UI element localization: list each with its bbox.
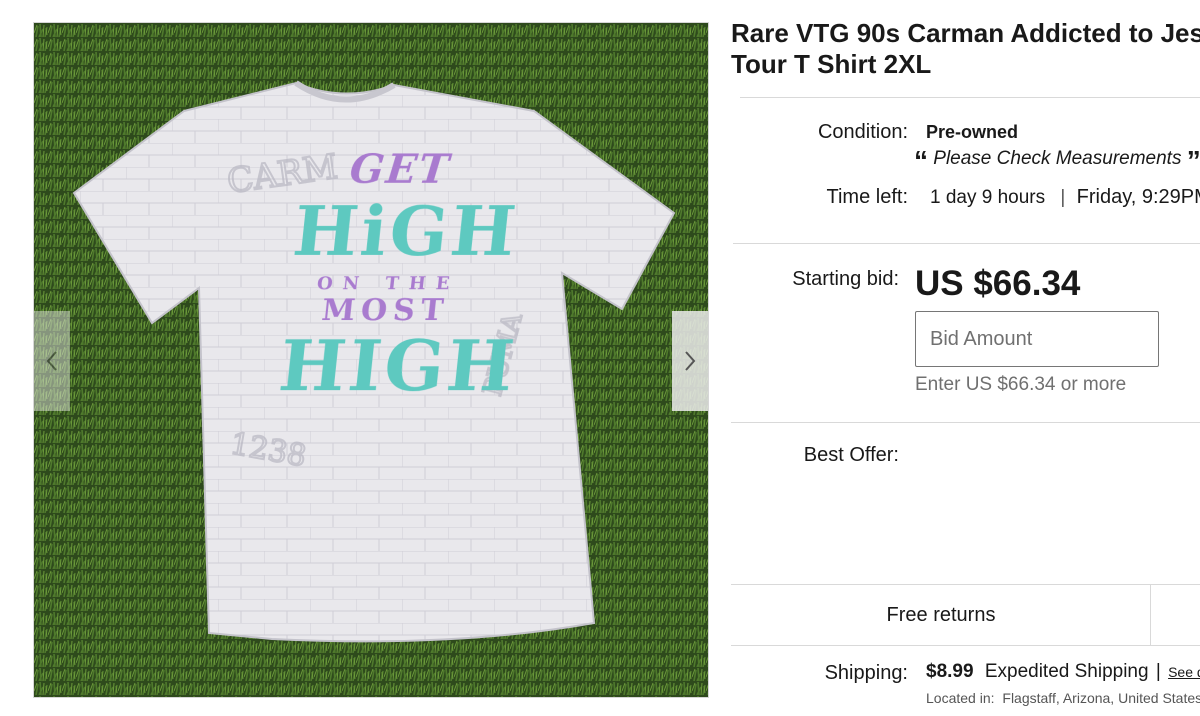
listing-title: Rare VTG 90s Carman Addicted to Jesus To… — [731, 18, 1200, 80]
item-location: Located in: Flagstaff, Arizona, United S… — [926, 690, 1200, 706]
listing-title-line-2: Tour T Shirt 2XL — [731, 49, 932, 79]
free-returns-label: Free returns — [886, 603, 996, 626]
previous-image-button[interactable] — [34, 311, 70, 411]
location-value: Flagstaff, Arizona, United States — [1002, 690, 1200, 706]
chevron-right-icon — [685, 351, 696, 371]
shipping-label: Shipping: — [824, 662, 908, 684]
shipping-method: Expedited Shipping — [984, 661, 1149, 682]
condition-value: Pre-owned — [926, 122, 1019, 142]
quote-open: “ — [914, 145, 928, 176]
shipping-price: $8.99 — [926, 661, 974, 682]
shipping-separator: | — [1155, 661, 1161, 682]
seller-note: “ Please Check Measurements ” — [914, 145, 1200, 177]
listing-title-line-1: Rare VTG 90s Carman Addicted to Jesus — [731, 18, 1200, 48]
starting-bid-value: US $66.34 — [915, 264, 1081, 303]
divider — [733, 243, 1200, 244]
time-left-row: 1 day 9 hours | Friday, 9:29PM — [930, 186, 1200, 209]
next-image-button[interactable] — [672, 311, 708, 411]
bid-amount-input[interactable] — [915, 311, 1159, 367]
print-word-get: GET — [347, 146, 453, 193]
shipping-row: $8.99 Expedited Shipping | See details — [926, 661, 1200, 683]
print-word-most: MOST — [319, 293, 451, 328]
bid-hint: Enter US $66.34 or more — [915, 374, 1127, 395]
divider — [740, 97, 1200, 98]
chevron-left-icon — [46, 351, 57, 371]
time-separator: | — [1060, 187, 1066, 208]
see-shipping-details-link[interactable]: See details — [1168, 664, 1200, 680]
condition-label: Condition: — [817, 121, 908, 143]
print-word-high-1: HiGH — [289, 192, 523, 272]
located-in-label: Located in: — [926, 690, 995, 706]
seller-note-text: Please Check Measurements — [933, 148, 1182, 169]
time-left-value: 1 day 9 hours — [930, 187, 1046, 208]
shirt-print: GET HiGH ON THE MOST HIGH — [275, 146, 523, 407]
divider — [731, 645, 1200, 646]
product-image-gallery[interactable]: CARM PUMA 1238 GET HiGH ON THE MOST HIGH — [33, 22, 709, 698]
divider — [731, 422, 1200, 423]
auction-end-time: Friday, 9:29PM — [1076, 186, 1200, 208]
free-returns-badge: Free returns — [731, 585, 1151, 645]
time-left-label: Time left: — [826, 186, 909, 208]
print-word-high-2: HIGH — [275, 324, 521, 407]
best-offer-label: Best Offer: — [803, 444, 899, 466]
starting-bid-label: Starting bid: — [792, 268, 899, 290]
vertical-divider — [1150, 585, 1151, 645]
quote-close: ” — [1186, 145, 1200, 176]
